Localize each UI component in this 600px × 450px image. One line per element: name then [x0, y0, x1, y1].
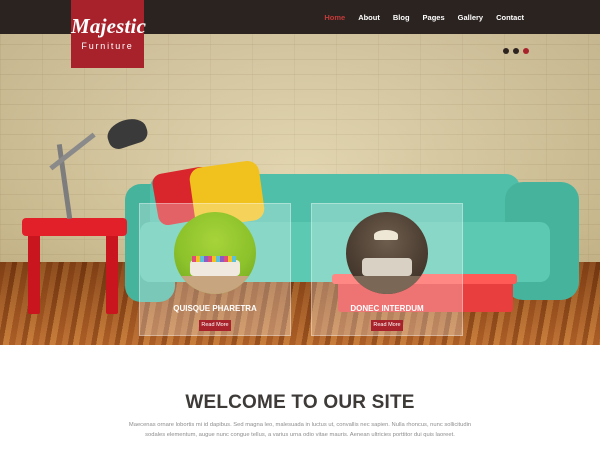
stool-leg	[28, 232, 40, 314]
nav-about[interactable]: About	[358, 13, 380, 22]
nav-blog[interactable]: Blog	[393, 13, 410, 22]
site-logo[interactable]: Majestic Furniture	[71, 0, 147, 68]
welcome-line-1: Maecenas ornare lobortis mi id dapibus. …	[128, 422, 472, 428]
read-more-button[interactable]: Read More	[199, 320, 231, 331]
image-lamp	[374, 230, 398, 240]
stool-leg	[106, 232, 118, 314]
logo-tagline: Furniture	[81, 41, 134, 51]
image-floor	[174, 276, 256, 294]
logo-name: Majestic	[71, 14, 147, 38]
card-image	[346, 212, 428, 294]
nav-contact[interactable]: Contact	[496, 13, 524, 22]
read-more-button[interactable]: Read More	[371, 320, 403, 331]
nav-home[interactable]: Home	[324, 13, 345, 22]
feature-card: DONEC INTERDUM Read More	[311, 203, 463, 336]
main-nav: Home About Blog Pages Gallery Contact	[324, 0, 524, 34]
feature-card: QUISQUE PHARETRA Read More	[139, 203, 291, 336]
slider-dot-2[interactable]	[513, 48, 519, 54]
image-floor	[346, 276, 428, 294]
hero-slider: QUISQUE PHARETRA Read More DONEC INTERDU…	[0, 34, 600, 345]
welcome-heading: WELCOME TO OUR SITE	[185, 392, 415, 413]
slider-dot-1[interactable]	[503, 48, 509, 54]
card-image	[174, 212, 256, 294]
nav-pages[interactable]: Pages	[423, 13, 445, 22]
image-sofa	[190, 260, 240, 276]
card-title: DONEC INTERDUM	[350, 304, 424, 313]
card-title: QUISQUE PHARETRA	[173, 304, 257, 313]
slider-dot-3[interactable]	[523, 48, 529, 54]
image-cushions	[192, 256, 236, 262]
image-sofa	[362, 258, 412, 276]
welcome-text: Maecenas ornare lobortis mi id dapibus. …	[120, 420, 480, 440]
red-stool	[22, 218, 127, 236]
welcome-line-2: sodales elementum, augue nunc congue tel…	[145, 432, 455, 438]
slider-pagination	[503, 48, 529, 54]
nav-gallery[interactable]: Gallery	[458, 13, 483, 22]
